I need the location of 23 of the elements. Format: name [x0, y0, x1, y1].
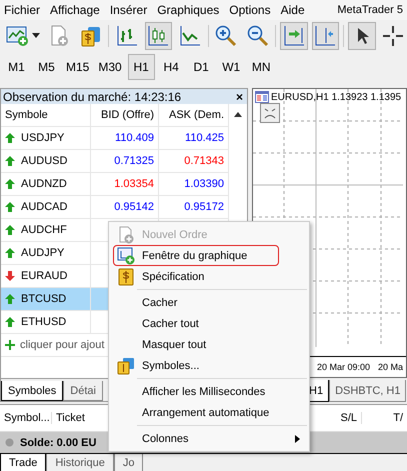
ask-price: 0.95172 — [184, 201, 224, 213]
bid-price: 0.71325 — [114, 155, 154, 167]
symbol-name: AUDUSD — [21, 155, 68, 167]
app-title: MetaTrader 5 — [337, 4, 403, 16]
symbol-name: AUDJPY — [21, 247, 64, 259]
bid-price: 0.95142 — [114, 201, 154, 213]
symbol-name: USDJPY — [21, 132, 64, 144]
symbol-name: AUDCAD — [21, 201, 68, 213]
ask-price: 110.425 — [185, 132, 224, 144]
bid-price: 1.03354 — [114, 178, 154, 190]
symbol-name: ETHUSD — [21, 316, 66, 328]
bid-price: 110.409 — [115, 132, 154, 144]
panel-title: Observation du marché: 14:23:16 — [3, 90, 182, 104]
symbol-name: EURAUD — [21, 270, 68, 282]
balance-label: Solde: 0.00 EU — [20, 436, 96, 448]
symbol-name: BTCUSD — [21, 293, 66, 305]
ask-price: 0.71343 — [184, 155, 224, 167]
symbol-name: AUDCHF — [21, 224, 67, 236]
chart-title: EURUSD,H1 1.13923 1.1395 — [271, 92, 402, 102]
symbol-name: AUDNZD — [21, 178, 67, 190]
ask-price: 1.03390 — [184, 178, 224, 190]
time-label: 20 Ma — [378, 362, 404, 372]
time-label: 20 Mar 09:00 — [317, 362, 370, 372]
